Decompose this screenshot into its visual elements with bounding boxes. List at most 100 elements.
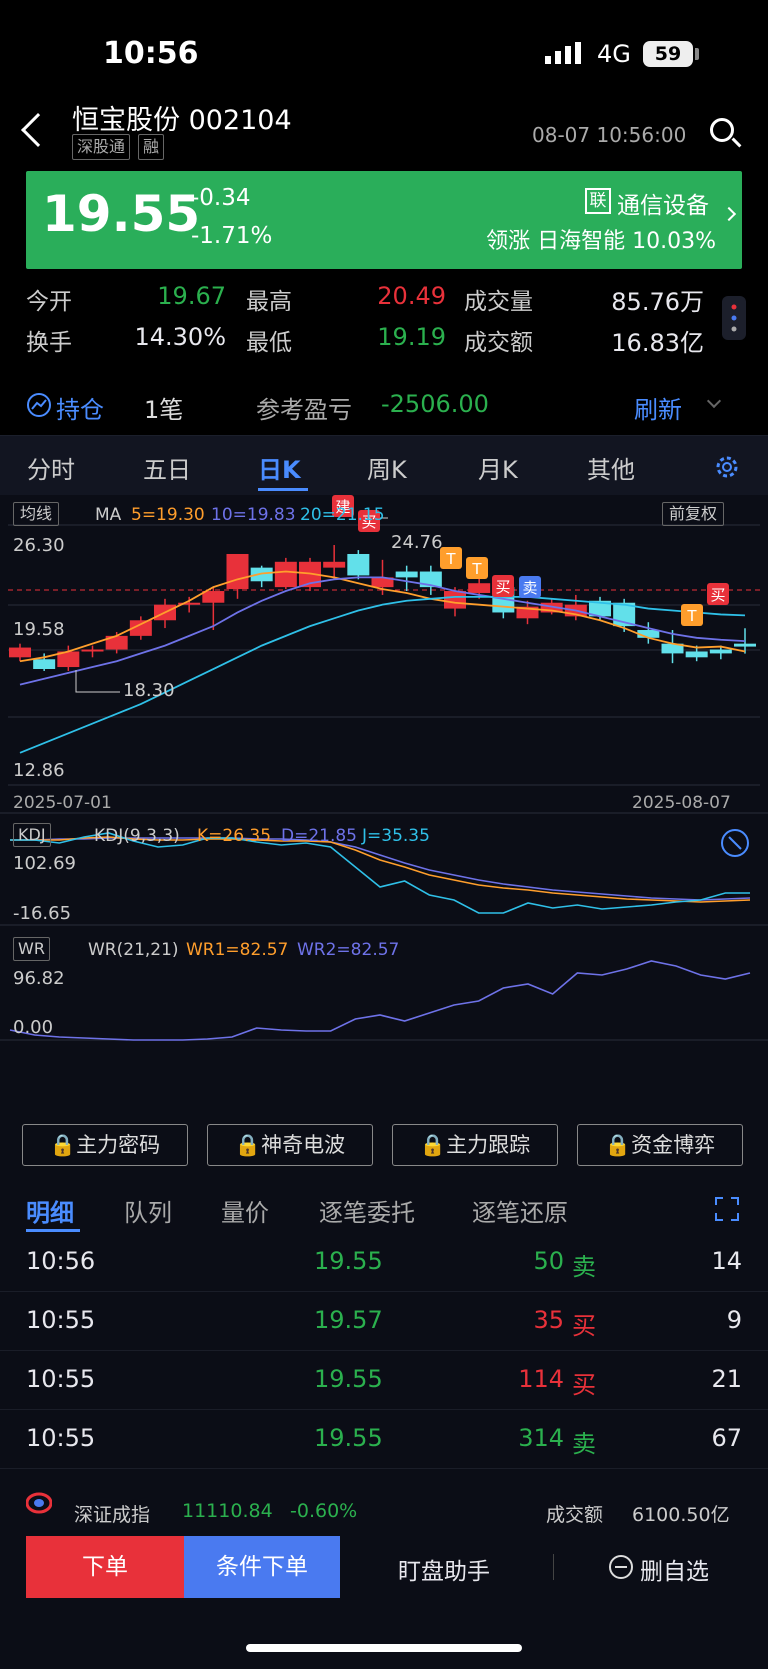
lock-button-main-code[interactable]: 🔒主力密码 xyxy=(22,1124,188,1166)
network-label: 4G xyxy=(597,40,631,68)
ref-pnl-value: -2506.00 xyxy=(381,390,489,418)
clock: 10:56 xyxy=(103,36,199,71)
trade-count: 14 xyxy=(711,1247,742,1275)
trade-price: 19.57 xyxy=(314,1306,383,1334)
wr-top: 96.82 xyxy=(13,968,65,989)
trade-side: 卖 xyxy=(572,1430,596,1458)
trade-row: 10:55 19.57 35 买 9 xyxy=(0,1292,768,1351)
lock-label: 神奇电波 xyxy=(261,1133,346,1157)
chart-panel[interactable]: 建买TT买卖T买 均线 MA 5=19.30 10=19.83 20=21.15… xyxy=(0,495,768,1110)
wr1-value: WR1=82.57 xyxy=(186,940,289,960)
candle-body xyxy=(734,643,756,647)
kdj-top: 102.69 xyxy=(13,853,76,874)
index-value: 11110.84 xyxy=(182,1500,273,1522)
candle-body xyxy=(226,553,249,590)
y-axis-top: 26.30 xyxy=(13,535,65,556)
tab-volume-price[interactable]: 量价 xyxy=(221,1193,269,1228)
lock-label: 主力跟踪 xyxy=(446,1133,531,1157)
candle-body xyxy=(323,561,346,568)
stat-label: 最高 xyxy=(246,289,292,315)
wr-line xyxy=(9,960,751,1041)
y-axis-mid: 19.58 xyxy=(13,619,65,640)
stat-label: 换手 xyxy=(26,330,72,356)
tab-daily-k[interactable]: 日K xyxy=(258,450,301,485)
holding-count: 1笔 xyxy=(144,396,184,424)
trade-time: 10:55 xyxy=(26,1365,96,1393)
stat-label: 今开 xyxy=(26,289,72,315)
divider xyxy=(553,1554,554,1580)
quote-card[interactable]: 19.55 -0.34 -1.71% 联 通信设备 领涨 日海智能 10.03% xyxy=(26,171,742,269)
kdj-bottom: -16.65 xyxy=(13,903,72,924)
tab-detail[interactable]: 明细 xyxy=(26,1193,74,1228)
trend-icon xyxy=(27,393,51,417)
wr-selector[interactable]: WR xyxy=(13,937,50,961)
stat-value: 16.83亿 xyxy=(611,329,704,357)
candle-body xyxy=(9,647,31,658)
trade-side: 卖 xyxy=(572,1253,596,1281)
candle-body xyxy=(202,591,225,603)
tab-five-day[interactable]: 五日 xyxy=(143,450,191,485)
tab-tick-restore[interactable]: 逐笔还原 xyxy=(472,1193,568,1228)
industry-leader: 领涨 日海智能 10.03% xyxy=(486,229,716,254)
tab-queue[interactable]: 队列 xyxy=(124,1193,172,1228)
kdj-d-line xyxy=(10,837,751,901)
holding-bar[interactable]: 持仓 1笔 参考盈亏 -2506.00 刷新 xyxy=(0,378,768,434)
active-tab-indicator xyxy=(258,488,308,491)
lock-button-track[interactable]: 🔒主力跟踪 xyxy=(392,1124,558,1166)
trade-row: 10:55 19.55 114 买 21 xyxy=(0,1351,768,1410)
battery-cap xyxy=(695,48,699,60)
tag-margin: 融 xyxy=(138,134,165,160)
ma10-value: 10=19.83 xyxy=(211,505,296,525)
adjust-selector[interactable]: 前复权 xyxy=(662,502,725,526)
price-change: -0.34 xyxy=(191,185,251,211)
remove-circle-icon[interactable] xyxy=(608,1554,634,1580)
search-icon[interactable] xyxy=(710,118,734,142)
trade-volume: 35 xyxy=(533,1306,564,1334)
chevron-right-icon xyxy=(721,206,737,222)
expand-icon[interactable] xyxy=(720,828,750,858)
candle-body xyxy=(347,553,370,576)
remove-watchlist-button[interactable]: 删自选 xyxy=(640,1552,709,1586)
ma-selector[interactable]: 均线 xyxy=(13,502,60,526)
holding-label: 持仓 xyxy=(56,396,104,424)
lock-button-fund[interactable]: 🔒资金博弈 xyxy=(577,1124,743,1166)
candle-body xyxy=(685,651,708,658)
ma-label: MA xyxy=(95,505,122,525)
refresh-button[interactable]: 刷新 xyxy=(634,390,682,425)
lock-label: 资金博弈 xyxy=(631,1133,716,1157)
signal-buy: 买 xyxy=(492,575,514,597)
lock-button-wave[interactable]: 🔒神奇电波 xyxy=(207,1124,373,1166)
tab-monthly-k[interactable]: 月K xyxy=(478,450,518,485)
stock-name: 恒宝股份 002104 xyxy=(72,105,292,136)
monitor-assistant-button[interactable]: 盯盘助手 xyxy=(398,1552,490,1586)
home-indicator xyxy=(246,1644,522,1652)
signal-text: 买 xyxy=(710,586,725,604)
fullscreen-icon[interactable] xyxy=(714,1196,740,1222)
high-marker: 24.76 xyxy=(391,532,443,553)
stat-value: 85.76万 xyxy=(611,288,704,316)
candle-body xyxy=(274,561,297,588)
tab-order-book[interactable]: 逐笔委托 xyxy=(319,1193,415,1228)
x-axis-start: 2025-07-01 xyxy=(13,793,112,813)
chevron-down-icon[interactable] xyxy=(706,393,722,409)
tab-intraday[interactable]: 分时 xyxy=(27,450,75,485)
conditional-order-button[interactable]: 条件下单 xyxy=(184,1536,340,1598)
trade-volume: 50 xyxy=(533,1247,564,1275)
stat-value: 19.67 xyxy=(157,282,226,310)
trade-side: 买 xyxy=(572,1371,596,1399)
trade-time: 10:55 xyxy=(26,1424,96,1452)
ma20-value: 20=21.15 xyxy=(300,505,385,525)
kdj-selector[interactable]: KDJ xyxy=(13,823,51,847)
tab-other[interactable]: 其他 xyxy=(587,450,635,485)
more-dots-icon[interactable] xyxy=(722,296,746,340)
wr-bottom: 0.00 xyxy=(13,1017,54,1038)
stat-value: 20.49 xyxy=(377,282,446,310)
gear-icon[interactable] xyxy=(712,452,742,482)
index-ticker[interactable]: 深证成指 11110.84 -0.60% 成交额 6100.50亿 xyxy=(0,1478,768,1530)
stat-label: 最低 xyxy=(246,330,292,356)
candle-body xyxy=(444,591,466,609)
order-button[interactable]: 下单 xyxy=(26,1536,184,1598)
trade-list: 10:56 19.55 50 卖 14 10:55 19.57 35 买 9 1… xyxy=(0,1233,768,1478)
kdj-d: D=21.85 xyxy=(281,826,358,846)
tab-weekly-k[interactable]: 周K xyxy=(367,450,407,485)
